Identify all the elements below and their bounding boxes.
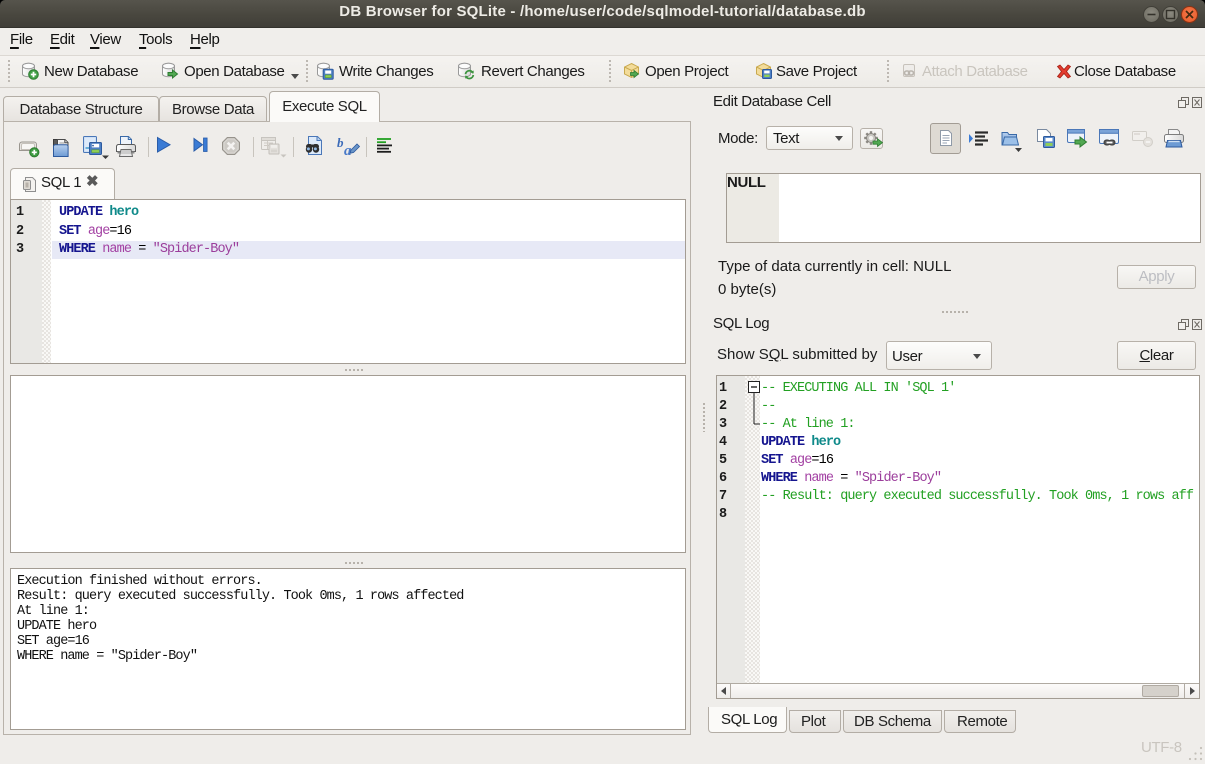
svg-text:b: b — [337, 136, 344, 150]
